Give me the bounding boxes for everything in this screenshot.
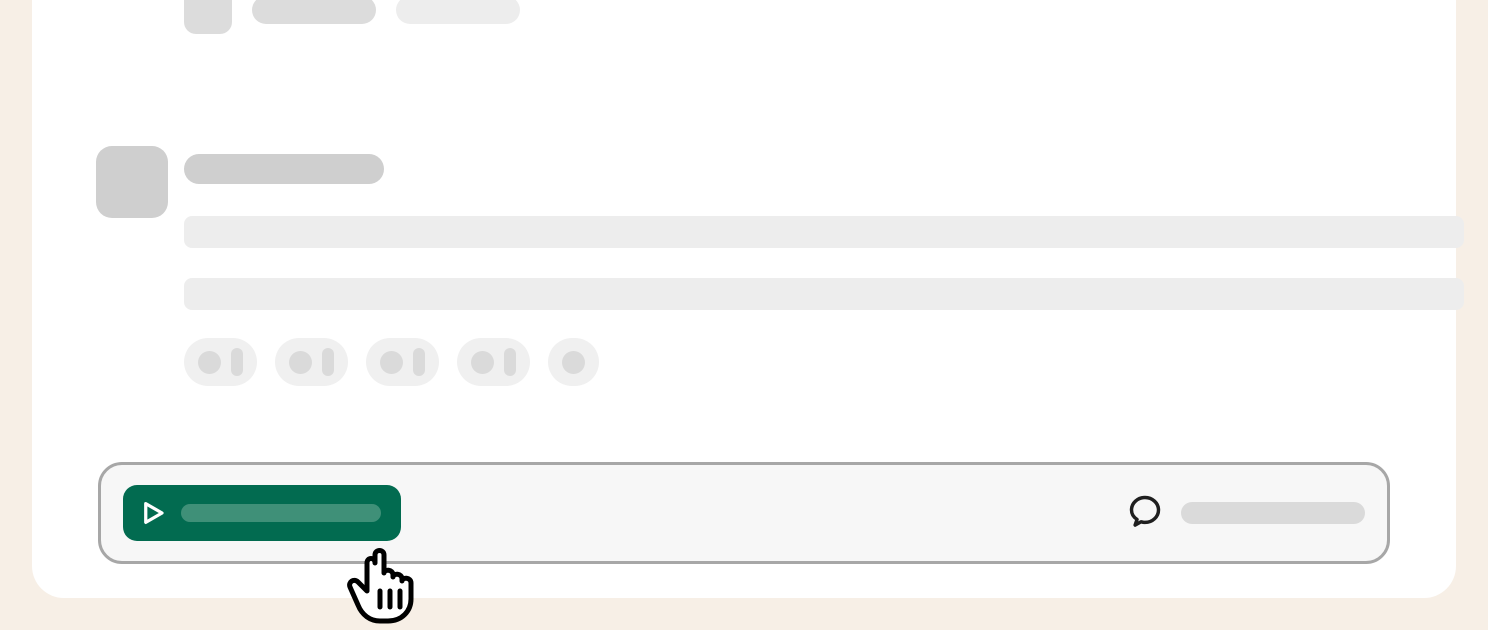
reaction-emoji	[471, 351, 494, 374]
reaction-count	[322, 348, 334, 376]
reaction-emoji	[289, 351, 312, 374]
message-line	[184, 278, 1464, 310]
reaction-chip[interactable]	[184, 338, 257, 386]
reaction-count	[504, 348, 516, 376]
author-name[interactable]	[184, 154, 384, 184]
compose-placeholder	[1181, 502, 1365, 524]
channel-card	[32, 0, 1456, 598]
chat-bubble-icon[interactable]	[1127, 493, 1163, 534]
message-input-bar[interactable]	[98, 462, 1390, 564]
message-line	[184, 216, 1464, 248]
reaction-emoji	[380, 351, 403, 374]
reaction-emoji	[198, 351, 221, 374]
add-reaction-chip[interactable]	[548, 338, 599, 386]
reaction-chip[interactable]	[366, 338, 439, 386]
thread-reply[interactable]	[184, 0, 520, 34]
reaction-chip[interactable]	[275, 338, 348, 386]
reaction-chip[interactable]	[457, 338, 530, 386]
play-icon	[137, 498, 167, 528]
reaction-count	[231, 348, 243, 376]
reactions-row	[184, 338, 599, 386]
avatar	[184, 0, 232, 34]
input-right-group	[1127, 493, 1365, 534]
reaction-emoji	[562, 351, 585, 374]
avatar[interactable]	[96, 146, 168, 218]
skeleton-text	[252, 0, 376, 24]
reaction-count	[413, 348, 425, 376]
huddle-button-label	[181, 504, 381, 522]
start-huddle-button[interactable]	[123, 485, 401, 541]
skeleton-text	[396, 0, 520, 24]
